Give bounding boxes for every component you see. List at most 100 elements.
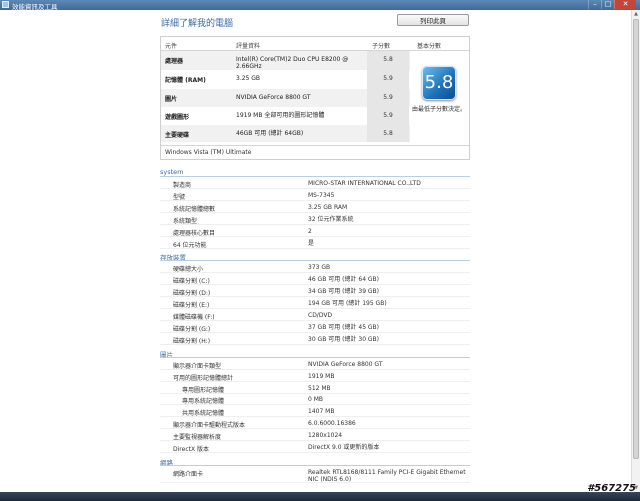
base-score-panel: 5.8 由最低子分數決定。 xyxy=(410,51,468,145)
detail-row: 系統類型 32 位元作業系統 xyxy=(160,214,470,225)
detail-value: 6.0.6000.16386 xyxy=(308,420,356,428)
detail-value: 30 GB 可用 (總計 30 GB) xyxy=(308,335,380,343)
rating-details: 1919 MB 全部可用的圖形記憶體 xyxy=(236,112,325,119)
column-header-component: 元件 xyxy=(165,43,178,50)
row-divider xyxy=(160,452,470,453)
rating-subscore-cell: 5.8 xyxy=(367,125,409,142)
detail-row: 處理器核心數目 2 xyxy=(160,226,470,237)
section-divider xyxy=(160,356,470,358)
detail-row: 媒體磁碟機 (F:) CD/DVD xyxy=(160,310,470,321)
detail-row: 製造商 MICRO-STAR INTERNATIONAL CO.,LTD xyxy=(160,178,470,189)
detail-row: DirectX 版本 DirectX 9.0 或更新的版本 xyxy=(160,442,470,453)
detail-value: 1280x1024 xyxy=(308,432,343,440)
rating-subscore: 5.9 xyxy=(383,112,393,119)
column-header-subscore: 子分數 xyxy=(372,43,391,50)
section-divider xyxy=(160,260,470,262)
vertical-scrollbar[interactable]: ▲ ▼ xyxy=(631,10,640,492)
row-divider xyxy=(160,199,470,201)
detail-value: 32 位元作業系統 xyxy=(308,215,354,223)
detail-row: 64 位元功能是 xyxy=(160,238,470,249)
rating-subscore-cell: 5.9 xyxy=(367,70,409,89)
rating-subscore: 5.9 xyxy=(383,75,393,82)
taskbar xyxy=(0,492,640,501)
detail-row: 磁碟分割 (G:) 37 GB 可用 (總計 45 GB) xyxy=(160,322,470,333)
detail-row: 顯示器介面卡類型 NVIDIA GeForce 8800 GT xyxy=(160,359,470,370)
section-divider xyxy=(160,464,470,466)
maximize-button[interactable]: □ xyxy=(601,0,614,9)
row-divider xyxy=(160,223,470,225)
detail-value: 2 xyxy=(308,227,312,235)
row-divider xyxy=(160,392,470,394)
detail-value: NVIDIA GeForce 8800 GT xyxy=(308,360,383,368)
row-divider xyxy=(160,404,470,406)
row-divider xyxy=(160,308,470,310)
window-title: 效能資訊及工具 xyxy=(12,3,58,11)
os-name: Windows Vista (TM) Ultimate xyxy=(165,149,252,156)
row-divider xyxy=(160,247,470,249)
close-button[interactable]: ✕ xyxy=(614,0,636,9)
detail-row: 系統記憶體總數 3.25 GB RAM xyxy=(160,202,470,213)
rating-subscore-cell: 5.9 xyxy=(367,89,409,107)
rating-details: NVIDIA GeForce 8800 GT xyxy=(236,94,311,101)
section-divider xyxy=(160,176,470,177)
detail-value: 1919 MB xyxy=(308,372,335,380)
row-divider xyxy=(160,380,470,382)
detail-row: 顯示器介面卡驅動程式版本 6.0.6000.16386 xyxy=(160,418,470,430)
row-divider xyxy=(160,296,470,298)
column-header-details: 評量資料 xyxy=(236,43,261,50)
column-header-base-score: 基本分數 xyxy=(417,43,442,50)
detail-row: 磁碟分割 (C:) 46 GB 可用 (總計 64 GB) xyxy=(160,274,470,286)
row-divider xyxy=(160,481,470,483)
detail-value: 3.25 GB RAM xyxy=(308,203,348,211)
rating-subscore: 5.8 xyxy=(383,56,393,63)
detail-row: 磁碟分割 (E:) 194 GB 可用 (總計 195 GB) xyxy=(160,298,470,310)
detail-row: 型號 MS-7345 xyxy=(160,190,470,201)
detail-row: 磁碟分割 (H:) 30 GB 可用 (總計 30 GB) xyxy=(160,334,470,345)
detail-row: 專用系統記憶體 0 MB xyxy=(160,394,470,406)
row-divider xyxy=(160,272,470,274)
rating-details: 3.25 GB xyxy=(236,75,261,82)
minimize-button[interactable]: – xyxy=(588,0,601,9)
detail-value: MICRO-STAR INTERNATIONAL CO.,LTD xyxy=(308,180,421,187)
rating-subscore-cell: 5.9 xyxy=(367,107,409,125)
scroll-up-icon[interactable]: ▲ xyxy=(632,10,640,18)
title-bar: 效能資訊及工具 – □ ✕ xyxy=(0,0,640,11)
base-score-caption: 由最低子分數決定。 xyxy=(412,106,467,113)
row-divider xyxy=(160,188,470,189)
detail-row: 專用圖形記憶體 512 MB xyxy=(160,383,470,394)
rating-subscore: 5.9 xyxy=(383,94,393,101)
print-page-button[interactable]: 列印此頁 xyxy=(397,14,469,26)
detail-row: 硬碟總大小 373 GB xyxy=(160,262,470,274)
row-divider xyxy=(160,320,470,321)
row-divider xyxy=(160,428,470,430)
scrollbar-thumb[interactable] xyxy=(633,19,639,459)
app-icon xyxy=(2,1,9,8)
rating-component: 處理器 xyxy=(165,58,184,65)
rating-subscore-cell: 5.8 xyxy=(367,51,409,70)
row-divider xyxy=(160,331,470,333)
rating-details: Intel(R) Core(TM)2 Duo CPU E8200 @ 2.66G… xyxy=(236,56,349,70)
detail-row: 網路介面卡 Realtek RTL8168/8111 Family PCI-E G… xyxy=(160,467,470,483)
page-title: 詳細了解我的電腦 xyxy=(161,19,234,29)
detail-value: MS-7345 xyxy=(308,191,335,199)
detail-value: CD/DVD xyxy=(308,312,333,319)
row-divider xyxy=(160,284,470,286)
detail-value: Realtek RTL8168/8111 Family PCI-E Gigabi… xyxy=(308,468,466,483)
detail-value: 46 GB 可用 (總計 64 GB) xyxy=(308,276,380,284)
row-divider xyxy=(160,416,470,418)
detail-value: 是 xyxy=(308,239,315,247)
detail-value: DirectX 9.0 或更新的版本 xyxy=(308,444,380,451)
watermark: #567275 xyxy=(587,483,636,494)
rating-component: 記憶體 (RAM) xyxy=(165,77,206,84)
detail-value: 194 GB 可用 (總計 195 GB) xyxy=(308,300,387,308)
rating-subscore: 5.8 xyxy=(383,130,393,137)
os-divider xyxy=(161,145,469,146)
rating-component: 主要硬碟 xyxy=(165,132,190,139)
row-divider xyxy=(160,211,470,213)
rating-component: 圖片 xyxy=(165,96,178,103)
detail-value: 34 GB 可用 (總計 39 GB) xyxy=(308,288,380,296)
row-divider xyxy=(160,368,470,370)
detail-row: 磁碟分割 (D:) 34 GB 可用 (總計 39 GB) xyxy=(160,286,470,298)
detail-value: 373 GB xyxy=(308,264,331,272)
row-divider xyxy=(160,343,470,345)
